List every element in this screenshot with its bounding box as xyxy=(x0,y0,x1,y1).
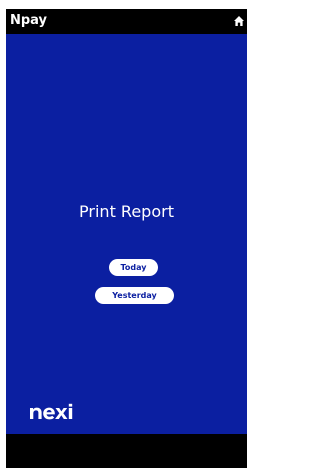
nexi-logo xyxy=(29,402,79,422)
page-title: Print Report xyxy=(79,202,174,221)
yesterday-button[interactable]: Yesterday xyxy=(95,287,174,304)
bottom-bar xyxy=(6,434,247,468)
home-button[interactable] xyxy=(233,15,245,27)
top-bar: Npay xyxy=(6,9,247,34)
today-button[interactable]: Today xyxy=(109,259,158,276)
main-screen: Print Report Today Yesterday xyxy=(6,34,247,434)
home-icon xyxy=(234,16,244,26)
app-title: Npay xyxy=(10,13,48,28)
device-frame: Npay Print Report Today Yesterday xyxy=(6,9,247,468)
nexi-logo-svg xyxy=(30,403,73,420)
